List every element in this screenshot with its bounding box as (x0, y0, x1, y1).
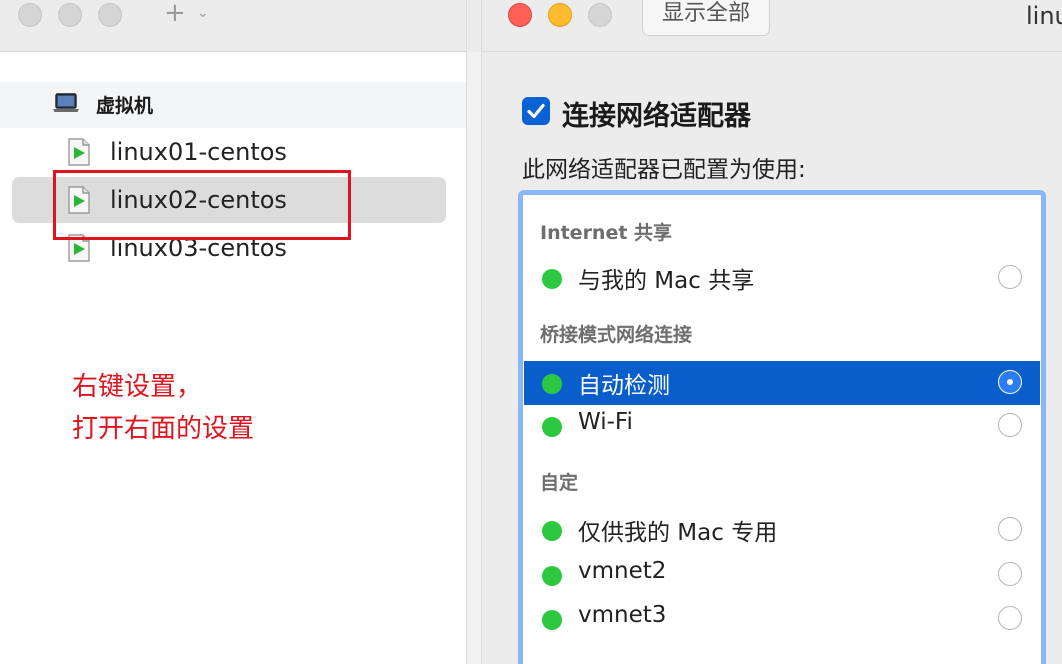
network-option-label: 自动检测 (578, 373, 670, 399)
zoom-button[interactable] (588, 3, 612, 27)
minimize-button[interactable] (548, 3, 572, 27)
toolbar-divider (466, 0, 482, 52)
radio-button-selected[interactable] (998, 370, 1022, 394)
network-option-label: vmnet2 (578, 558, 667, 584)
network-option-autodetect[interactable]: 自动检测 (524, 361, 1040, 405)
vm-library-window: + ⌄ 虚拟机 linux01-centos linux02-centos li… (0, 0, 482, 664)
connect-adapter-checkbox[interactable] (522, 97, 550, 125)
section-header-internet-sharing: Internet 共享 (540, 222, 673, 244)
section-header-bridged: 桥接模式网络连接 (540, 324, 693, 346)
network-option-label: Wi-Fi (578, 409, 633, 435)
minimize-button[interactable] (58, 3, 82, 27)
status-dot-icon (542, 521, 562, 541)
status-dot-icon (542, 269, 562, 289)
network-option-vmnet2[interactable]: vmnet2 (524, 553, 1040, 597)
status-dot-icon (542, 610, 562, 630)
chevron-down-icon[interactable]: ⌄ (197, 2, 209, 24)
highlight-annotation-box (53, 170, 351, 240)
network-option-share-with-mac[interactable]: 与我的 Mac 共享 (524, 256, 1040, 300)
connect-adapter-label: 连接网络适配器 (562, 101, 751, 132)
status-dot-icon (542, 417, 562, 437)
library-toolbar: + ⌄ (0, 0, 466, 52)
status-dot-icon (542, 374, 562, 394)
vm-name: linux01-centos (110, 138, 287, 166)
show-all-button[interactable]: 显示全部 (642, 0, 770, 36)
radio-button[interactable] (998, 517, 1022, 541)
annotation-text-line2: 打开右面的设置 (72, 414, 255, 444)
laptop-icon (53, 93, 79, 112)
radio-button[interactable] (998, 606, 1022, 630)
close-button[interactable] (508, 3, 532, 27)
close-button[interactable] (18, 3, 42, 27)
pane-splitter[interactable] (466, 52, 482, 664)
status-dot-icon (542, 566, 562, 586)
add-icon[interactable]: + (164, 0, 186, 27)
network-option-label: 仅供我的 Mac 专用 (578, 520, 778, 546)
network-option-label: vmnet3 (578, 602, 667, 628)
settings-toolbar: 显示全部 linu (482, 0, 1062, 52)
checkmark-icon (527, 103, 545, 119)
vm-file-icon (68, 138, 90, 166)
window-title: linu (1026, 2, 1062, 30)
radio-button[interactable] (998, 413, 1022, 437)
network-option-label: 与我的 Mac 共享 (578, 268, 755, 294)
vm-group-label: 虚拟机 (96, 95, 154, 117)
configured-for-label: 此网络适配器已配置为使用: (522, 157, 806, 183)
network-option-private-to-mac[interactable]: 仅供我的 Mac 专用 (524, 508, 1040, 552)
annotation-text-line1: 右键设置， (72, 372, 203, 402)
radio-button[interactable] (998, 265, 1022, 289)
radio-button[interactable] (998, 562, 1022, 586)
network-adapter-settings-window: 显示全部 linu 连接网络适配器 此网络适配器已配置为使用: Internet… (482, 0, 1062, 664)
section-header-custom: 自定 (540, 472, 579, 494)
network-option-wifi[interactable]: Wi-Fi (524, 404, 1040, 448)
network-option-vmnet3[interactable]: vmnet3 (524, 597, 1040, 641)
zoom-button[interactable] (98, 3, 122, 27)
